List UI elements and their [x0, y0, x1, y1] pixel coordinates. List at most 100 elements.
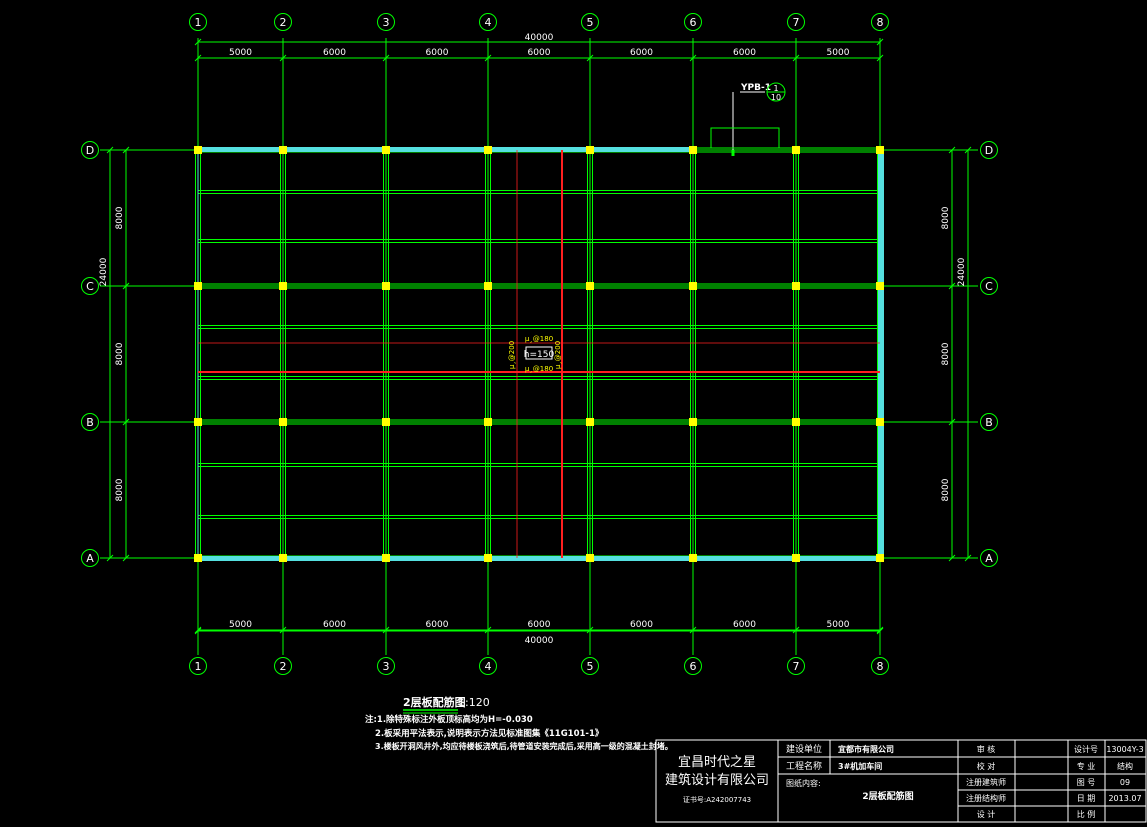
detail-tag: YPB-1: [740, 83, 771, 93]
total-height-left: 24000: [99, 257, 109, 286]
axis-bubble-top-7: 7: [787, 13, 805, 31]
axis-bubble-top-2: 2: [274, 13, 292, 31]
svg-text:B: B: [86, 416, 94, 429]
total-width-top: 40000: [525, 33, 554, 43]
svg-text:5: 5: [587, 16, 594, 29]
info-label: 比 例: [1077, 809, 1096, 819]
detail-circle-bottom: 10: [771, 93, 781, 102]
axis-bubble-right-D: D: [980, 141, 998, 159]
col-span-label: 6000: [733, 620, 756, 630]
drawing-scale: 1:120: [458, 696, 490, 709]
svg-text:8: 8: [877, 16, 884, 29]
column-1D: [194, 146, 202, 154]
row-span-label: 8000: [941, 478, 951, 501]
row-span-label: 8000: [941, 206, 951, 229]
axis-bubble-right-C: C: [980, 277, 998, 295]
col-span-label: 6000: [426, 48, 449, 58]
col-span-label: 6000: [323, 48, 346, 58]
svg-text:2: 2: [280, 16, 287, 29]
content-label: 图纸内容:: [786, 778, 821, 788]
svg-text:6: 6: [690, 16, 697, 29]
axis-bubble-bottom-6: 6: [684, 657, 702, 675]
column-4B: [484, 418, 492, 426]
slab-annotation: h=150 µ¸@180 µ¸@180 µ¸@200 µ¸@200: [508, 335, 562, 373]
column-2D: [279, 146, 287, 154]
total-height-right: 24000: [957, 257, 967, 286]
row-span-label: 8000: [115, 342, 125, 365]
content-value: 2层板配筋图: [862, 790, 913, 802]
total-width-bottom: 40000: [525, 636, 554, 646]
rebar-bottom-label: µ¸@180: [525, 365, 553, 373]
floor-slab-plan: 5000 6000 6000 6000 6000 6000 5000 5000 6000 6000…: [81, 13, 1147, 823]
col-span-label: 5000: [229, 620, 252, 630]
svg-text:C: C: [985, 280, 993, 293]
column-4D: [484, 146, 492, 154]
svg-text:5: 5: [587, 660, 594, 673]
col-span-label: 6000: [323, 620, 346, 630]
column-2A: [279, 554, 287, 562]
svg-text:B: B: [985, 416, 993, 429]
row-span-label: 8000: [115, 206, 125, 229]
column-7B: [792, 418, 800, 426]
info-label: 日 期: [1077, 794, 1096, 803]
detail-circle-top: 1: [773, 84, 778, 93]
general-notes: 注:1.除特殊标注外板顶标高均为H=-0.030 2.板采用平法表示,说明表示方…: [365, 714, 673, 751]
info-label: 图 号: [1077, 778, 1096, 787]
svg-text:3: 3: [383, 16, 390, 29]
title-block-info: 设计号 13004Y-3 专 业 结构图 号 09 日 期 2013.07 比 例: [1074, 744, 1144, 819]
col-span-label: 6000: [528, 620, 551, 630]
svg-text:1: 1: [195, 660, 202, 673]
rebar-top-label: µ¸@180: [525, 335, 553, 343]
column-6D: [689, 146, 697, 154]
rebar-right-label: µ¸@200: [554, 341, 562, 369]
axis-bubble-right-B: B: [980, 413, 998, 431]
axis-bubble-left-B: B: [81, 413, 99, 431]
svg-text:1: 1: [195, 16, 202, 29]
col-span-label: 6000: [733, 48, 756, 58]
axis-bubbles: 1 1 2 2 3 3 4 4 5 5 6 6 7 7 8 8 D D C C B B A A: [81, 13, 998, 675]
col-span-label: 6000: [426, 620, 449, 630]
column-1C: [194, 282, 202, 290]
svg-text:4: 4: [485, 16, 492, 29]
column-6B: [689, 418, 697, 426]
rebar-left-label: µ¸@200: [508, 341, 516, 369]
drawing-canvas: 5000 6000 6000 6000 6000 6000 5000 5000 6000 6000…: [0, 0, 1147, 823]
axis-bubble-top-6: 6: [684, 13, 702, 31]
role-label: 校 对: [977, 761, 996, 771]
column-8A: [876, 554, 884, 562]
column-5D: [586, 146, 594, 154]
company-line-2: 建筑设计有限公司: [665, 772, 769, 788]
row-span-label: 8000: [941, 342, 951, 365]
company-line-1: 宜昌时代之星: [678, 755, 756, 770]
axis-bubble-left-C: C: [81, 277, 99, 295]
info-value: 13004Y-3: [1106, 745, 1143, 754]
axis-bubble-bottom-5: 5: [581, 657, 599, 675]
role-label: 设 计: [977, 809, 996, 819]
detail-callout: YPB-1 1 10: [710, 82, 786, 156]
axis-bubble-bottom-3: 3: [377, 657, 395, 675]
certificate-number: 证书号:A242007743: [683, 795, 751, 804]
client-label: 建设单位: [786, 743, 822, 755]
project-value: 3#机加车间: [838, 761, 882, 771]
axis-bubble-bottom-2: 2: [274, 657, 292, 675]
drawing-title: 2层板配筋图 1:120: [403, 695, 490, 714]
svg-text:6: 6: [690, 660, 697, 673]
column-4C: [484, 282, 492, 290]
note-3: 3.楼板开洞风井外,均应待楼板浇筑后,待管道安装完成后,采用高一级的混凝土封堵。: [375, 741, 673, 751]
axis-bubble-top-5: 5: [581, 13, 599, 31]
project-label: 工程名称: [786, 760, 822, 772]
column-3C: [382, 282, 390, 290]
column-2C: [279, 282, 287, 290]
axis-bubble-top-3: 3: [377, 13, 395, 31]
svg-text:8: 8: [877, 660, 884, 673]
role-label: 注册结构师: [966, 793, 1006, 803]
axis-bubble-left-D: D: [81, 141, 99, 159]
axis-bubble-left-A: A: [81, 549, 99, 567]
column-7A: [792, 554, 800, 562]
col-span-label: 6000: [528, 48, 551, 58]
info-value: 09: [1120, 778, 1130, 787]
column-2B: [279, 418, 287, 426]
svg-text:A: A: [86, 552, 94, 565]
column-6A: [689, 554, 697, 562]
column-8D: [876, 146, 884, 154]
